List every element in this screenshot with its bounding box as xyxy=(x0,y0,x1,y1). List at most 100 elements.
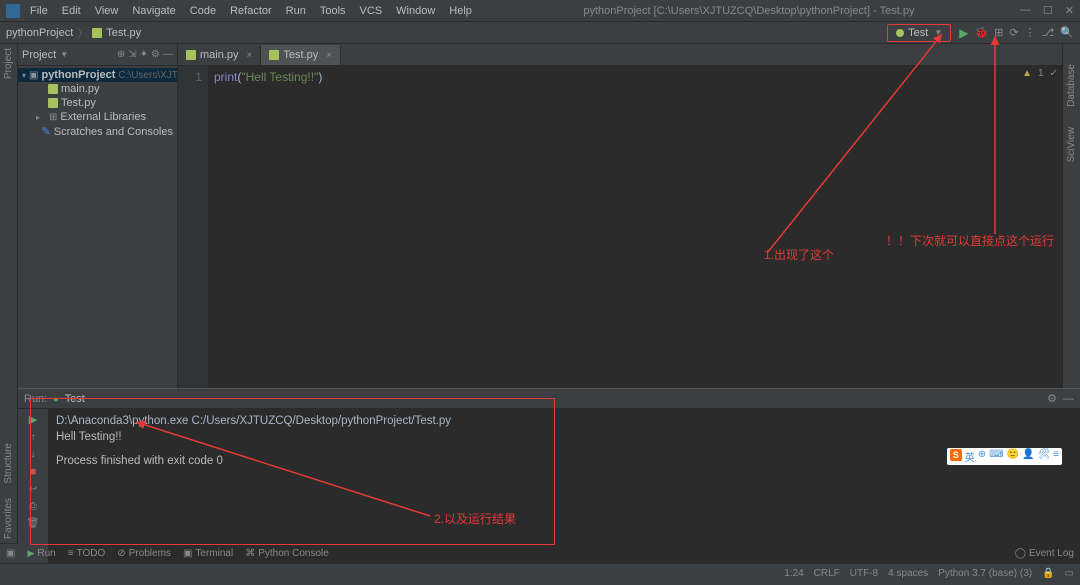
line-separator[interactable]: CRLF xyxy=(814,568,840,579)
database-tool-button[interactable]: Database xyxy=(1066,64,1077,107)
collapse-icon[interactable]: ⇲ xyxy=(128,49,136,60)
print-icon[interactable]: ⎙ xyxy=(29,501,37,512)
search-icon[interactable]: 🔍 xyxy=(1060,26,1074,39)
run-button[interactable]: ▶ xyxy=(959,26,968,40)
python-file-icon xyxy=(186,50,196,60)
tab-main-py[interactable]: main.py × xyxy=(178,45,261,65)
rerun-button[interactable]: ▶ xyxy=(29,413,37,426)
minimize-button[interactable]: — xyxy=(1020,4,1031,17)
status-bar: 1:24 CRLF UTF-8 4 spaces Python 3.7 (bas… xyxy=(0,563,1080,583)
expand-arrow-icon[interactable]: ▾ xyxy=(22,71,26,80)
caret-position[interactable]: 1:24 xyxy=(784,568,803,579)
menu-navigate[interactable]: Navigate xyxy=(126,3,181,19)
tree-root[interactable]: ▾ ▣ pythonProject C:\Users\XJTUZCQ\Deskt… xyxy=(18,68,177,82)
wrap-icon[interactable]: ↩ xyxy=(29,484,37,495)
indent-info[interactable]: 4 spaces xyxy=(888,568,928,579)
project-tree: ▾ ▣ pythonProject C:\Users\XJTUZCQ\Deskt… xyxy=(18,66,177,141)
breadcrumb-project[interactable]: pythonProject xyxy=(6,27,73,39)
close-button[interactable]: ✕ xyxy=(1065,4,1074,17)
ime-lang[interactable]: 英 xyxy=(965,449,975,464)
chevron-down-icon: ▼ xyxy=(934,28,942,37)
tree-external-libs[interactable]: ▸ ⊞ External Libraries xyxy=(18,110,177,124)
run-tools: ▶ ↑ ↓ ■ ↩ ⎙ 🗑 xyxy=(18,409,48,563)
library-icon: ⊞ xyxy=(49,112,57,123)
select-opened-icon[interactable]: ✦ xyxy=(140,49,148,60)
ime-icon[interactable]: ≡ xyxy=(1053,449,1059,464)
toolbar-icons: ▶ 🐞 ⊞ ⟳ ⋮ ⎇ 🔍 xyxy=(959,26,1074,40)
line-gutter: 1 xyxy=(178,66,208,388)
python-file-icon xyxy=(269,50,279,60)
debug-button[interactable]: 🐞 xyxy=(974,26,988,39)
run-panel-header: Run: ● Test ⚙ — xyxy=(18,389,1080,409)
ime-icon[interactable]: 🛠 xyxy=(1037,449,1050,464)
menu-tools[interactable]: Tools xyxy=(314,3,352,19)
structure-tool-button[interactable]: Structure xyxy=(3,443,14,484)
file-encoding[interactable]: UTF-8 xyxy=(850,568,878,579)
interpreter-info[interactable]: Python 3.7 (base) (3) xyxy=(938,568,1032,579)
editor-body[interactable]: 1 print("Hell Testing!!") xyxy=(178,66,1062,388)
expand-arrow-icon[interactable]: ▸ xyxy=(36,113,46,122)
ime-icon[interactable]: ⊕ xyxy=(978,449,986,464)
menu-file[interactable]: File xyxy=(24,3,54,19)
project-view-dropdown[interactable]: ▼ xyxy=(60,50,68,59)
menu-code[interactable]: Code xyxy=(184,3,222,19)
sciview-tool-button[interactable]: SciView xyxy=(1066,127,1077,162)
run-panel-tab[interactable]: Test xyxy=(65,393,85,405)
favorites-tool-button[interactable]: Favorites xyxy=(3,498,14,539)
console-output[interactable]: D:\Anaconda3\python.exe C:/Users/XJTUZCQ… xyxy=(48,409,1080,563)
tab-close-icon[interactable]: × xyxy=(326,50,332,61)
stop-button[interactable]: ■ xyxy=(30,466,37,478)
profile-button[interactable]: ⟳ xyxy=(1009,26,1018,39)
code-content[interactable]: print("Hell Testing!!") xyxy=(208,66,1062,388)
tree-file-test[interactable]: Test.py xyxy=(18,96,177,110)
trash-icon[interactable]: 🗑 xyxy=(27,518,40,529)
tree-scratches[interactable]: ✎ Scratches and Consoles xyxy=(18,124,177,139)
expand-icon[interactable]: ⊕ xyxy=(117,49,125,60)
python-file-icon xyxy=(92,28,102,38)
run-config-selector[interactable]: Test ▼ xyxy=(887,24,951,42)
breadcrumb-file[interactable]: Test.py xyxy=(106,27,141,39)
memory-icon[interactable]: ▭ xyxy=(1065,568,1074,579)
tab-test-py[interactable]: Test.py × xyxy=(261,45,341,65)
hide-panel-icon[interactable]: — xyxy=(1063,393,1074,405)
show-tool-windows-icon[interactable]: ▣ xyxy=(6,548,15,559)
hide-icon[interactable]: — xyxy=(163,49,173,60)
console-stdout: Hell Testing!! xyxy=(56,431,1072,443)
coverage-button[interactable]: ⊞ xyxy=(994,26,1003,39)
down-icon[interactable]: ↓ xyxy=(31,449,36,460)
menu-refactor[interactable]: Refactor xyxy=(224,3,278,19)
tree-file-label: main.py xyxy=(61,83,100,95)
warning-icon[interactable]: ▲ xyxy=(1022,68,1032,79)
menu-edit[interactable]: Edit xyxy=(56,3,87,19)
gear-icon[interactable]: ⚙ xyxy=(151,49,160,60)
run-panel-label: Run: xyxy=(24,393,47,405)
window-title: pythonProject [C:\Users\XJTUZCQ\Desktop\… xyxy=(478,5,1020,17)
run-panel-row: Structure Favorites Run: ● Test ⚙ — ▶ ↑ … xyxy=(0,388,1080,543)
left-tool-gutter: Project xyxy=(0,44,18,388)
tab-close-icon[interactable]: × xyxy=(247,50,253,61)
run-panel: Run: ● Test ⚙ — ▶ ↑ ↓ ■ ↩ ⎙ 🗑 D:\Anacond… xyxy=(18,388,1080,563)
lock-icon[interactable]: 🔒 xyxy=(1042,568,1054,579)
editor-tabs: main.py × Test.py × xyxy=(178,44,1062,66)
breadcrumb: pythonProject 〉 Test.py xyxy=(6,25,141,41)
project-tool-button[interactable]: Project xyxy=(3,48,14,79)
python-file-icon xyxy=(48,98,58,108)
code-fn: print xyxy=(214,70,237,84)
run-config-icon xyxy=(896,29,904,37)
ime-toolbar[interactable]: S 英 ⊕ ⌨ 🙂 👤 🛠 ≡ xyxy=(947,448,1062,465)
tree-file-main[interactable]: main.py xyxy=(18,82,177,96)
run-tab-icon: ● xyxy=(53,394,58,404)
settings-icon[interactable]: ⚙ xyxy=(1047,392,1057,405)
menu-window[interactable]: Window xyxy=(390,3,441,19)
up-icon[interactable]: ↑ xyxy=(31,432,36,443)
ime-icon[interactable]: 👤 xyxy=(1022,449,1034,464)
menu-run[interactable]: Run xyxy=(280,3,312,19)
maximize-button[interactable]: ☐ xyxy=(1043,4,1053,17)
menu-vcs[interactable]: VCS xyxy=(354,3,389,19)
git-icon[interactable]: ⎇ xyxy=(1042,26,1055,39)
more-icon[interactable]: ⋮ xyxy=(1025,26,1036,39)
menu-help[interactable]: Help xyxy=(443,3,478,19)
ime-icon[interactable]: ⌨ xyxy=(989,449,1003,464)
ime-icon[interactable]: 🙂 xyxy=(1007,449,1019,464)
menu-view[interactable]: View xyxy=(89,3,125,19)
